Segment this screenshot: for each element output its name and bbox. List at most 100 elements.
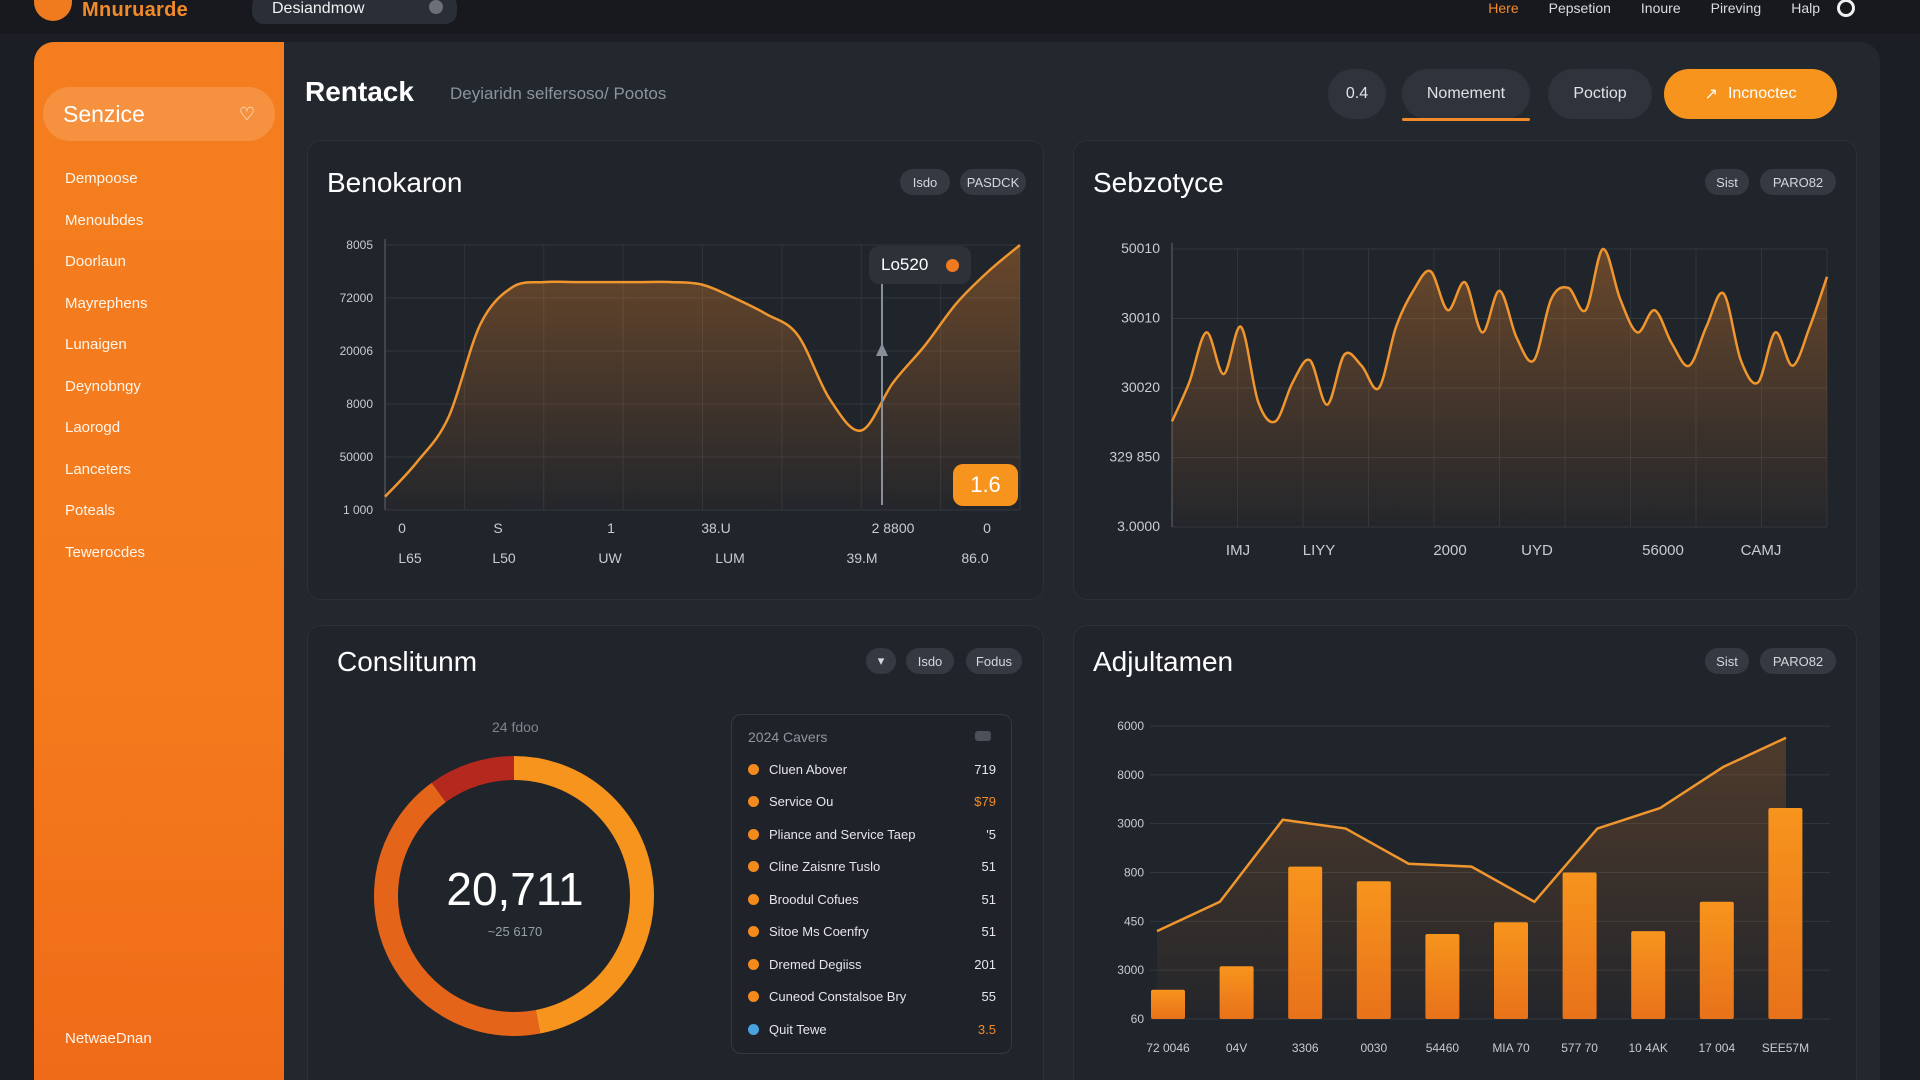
sidebar: Senzice ♡ Dempoose Menoubdes Doorlaun Ma… — [34, 42, 284, 1080]
legend-dot-icon — [748, 926, 759, 937]
legend-row[interactable]: Cluen Abover 719 — [748, 759, 996, 779]
tab-poctiop[interactable]: Poctiop — [1548, 69, 1652, 119]
sidebar-item[interactable]: Deynobngy — [65, 378, 148, 420]
card-chip[interactable]: Isdo — [900, 169, 950, 195]
chevron-down-icon: ♡ — [238, 104, 255, 124]
x-tick-label: 54460 — [1426, 1041, 1460, 1055]
x-tick-label: LUM — [715, 550, 745, 566]
y-tick-label: 3.0000 — [1117, 518, 1160, 534]
legend-value: '5 — [986, 826, 996, 842]
top-search-field[interactable]: Desiandmow — [252, 0, 457, 24]
legend-row[interactable]: Dremed Degiiss 201 — [748, 954, 996, 974]
brand[interactable]: Mnuruarde — [34, 0, 188, 21]
x-tick-label: 577 70 — [1561, 1041, 1598, 1055]
card-chip[interactable]: Fodus — [966, 648, 1022, 674]
top-bar: Mnuruarde Desiandmow Here Pepsetion Inou… — [0, 0, 1920, 34]
bar — [1768, 808, 1803, 1019]
expand-icon[interactable] — [975, 731, 991, 741]
y-tick-label: 30020 — [1121, 379, 1160, 395]
y-tick-label: 8005 — [346, 238, 373, 252]
x-tick-label: IMJ — [1226, 542, 1250, 559]
tooltip-label: Lo520 — [881, 255, 929, 274]
donut-subtext: ~25 6170 — [487, 924, 543, 939]
filter-icon[interactable]: ▾ — [866, 648, 896, 674]
service-select[interactable]: Senzice ♡ — [43, 87, 275, 141]
brand-logo-icon — [34, 0, 72, 21]
y-tick-label: 329 850 — [1109, 449, 1160, 465]
legend-label: Sitoe Ms Coenfry — [769, 924, 869, 939]
sidebar-item[interactable]: Lunaigen — [65, 336, 148, 378]
x-tick-label: 0030 — [1360, 1041, 1387, 1055]
user-avatar-icon[interactable] — [1837, 0, 1855, 17]
legend-dot-icon — [748, 1023, 759, 1035]
sidebar-item[interactable]: Menoubdes — [65, 212, 148, 254]
top-nav: Here Pepsetion Inoure Pireving Halp — [1488, 0, 1820, 16]
legend-row[interactable]: Cuneod Constalsoe Bry 55 — [748, 987, 996, 1007]
x-tick-label: L65 — [398, 550, 422, 566]
nav-item-2[interactable]: Pepsetion — [1549, 0, 1611, 16]
nav-item-3[interactable]: Inoure — [1641, 0, 1681, 16]
sidebar-item[interactable]: Laorogd — [65, 419, 148, 461]
card-chip[interactable]: Isdo — [906, 648, 954, 674]
y-tick-label: 50000 — [340, 450, 374, 464]
sidebar-item[interactable]: Mayrephens — [65, 295, 148, 337]
service-select-label: Senzice — [63, 101, 145, 127]
sidebar-item[interactable]: Dempoose — [65, 170, 148, 212]
x-tick-label: 39.M — [846, 550, 877, 566]
y-tick-label: 3000 — [1117, 963, 1144, 977]
legend-row[interactable]: Pliance and Service Taep '5 — [748, 824, 996, 844]
x-tick-label: SEE57M — [1762, 1041, 1809, 1055]
card-chip[interactable]: PARO82 — [1760, 169, 1836, 195]
sidebar-menu: Dempoose Menoubdes Doorlaun Mayrephens L… — [65, 170, 148, 585]
legend-row[interactable]: Broodul Cofues 51 — [748, 889, 996, 909]
card-title: Sebzotyce — [1093, 167, 1224, 198]
y-tick-label: 8000 — [346, 397, 373, 411]
legend-row[interactable]: Sitoe Ms Coenfry 51 — [748, 922, 996, 942]
sidebar-item[interactable]: Doorlaun — [65, 253, 148, 295]
x-tick-label: LIYY — [1303, 542, 1336, 559]
bar — [1425, 934, 1460, 1019]
x-tick-label: 72 0046 — [1146, 1041, 1190, 1055]
tooltip-marker-icon — [946, 259, 959, 272]
x-tick-label: UW — [598, 550, 622, 566]
x-tick-label: 2000 — [1433, 542, 1466, 559]
x-tick-label: 1 — [607, 520, 615, 536]
x-tick-label: 0 — [398, 520, 406, 536]
tab-nomement[interactable]: Nomement — [1402, 69, 1530, 121]
page-title: Rentack — [305, 76, 414, 107]
y-tick-label: 800 — [1124, 866, 1144, 880]
x-tick-label: L50 — [492, 550, 516, 566]
card-chip[interactable]: PASDCK — [960, 169, 1026, 195]
y-tick-label: 1 000 — [343, 503, 373, 517]
x-tick-label: 04V — [1226, 1041, 1247, 1055]
sidebar-item[interactable]: Tewerocdes — [65, 544, 148, 586]
legend-row[interactable]: Quit Tewe 3.5 — [748, 1019, 996, 1039]
x-tick-label: CAMJ — [1741, 542, 1782, 559]
legend-value: 51 — [981, 891, 996, 907]
nav-item-4[interactable]: Pireving — [1711, 0, 1762, 16]
nav-item-help[interactable]: Halp — [1791, 0, 1820, 16]
card-chip[interactable]: PARO82 — [1760, 648, 1836, 674]
bar — [1562, 872, 1597, 1019]
sidebar-footer-link[interactable]: NetwaeDnan — [65, 1030, 152, 1047]
primary-action-button[interactable]: ↗ Incnoctec — [1664, 69, 1837, 119]
chart-tooltip: Lo520 — [869, 246, 971, 284]
legend-dot-icon — [748, 796, 759, 807]
x-tick-label: S — [493, 520, 502, 536]
pill-filter-value[interactable]: 0.4 — [1328, 69, 1386, 119]
y-tick-label: 6000 — [1117, 719, 1144, 733]
adjultamen-chart: 6000 8000 3000 800 450 3000 60 72 0046 04V 3306 00… — [1117, 719, 1830, 1055]
nav-item-home[interactable]: Here — [1488, 0, 1518, 16]
card-chip[interactable]: Sist — [1705, 169, 1749, 195]
legend-row[interactable]: Service Ou $79 — [748, 792, 996, 812]
legend-row[interactable]: Cline Zaisnre Tuslo 51 — [748, 857, 996, 877]
legend-title: 2024 Cavers — [748, 729, 828, 745]
breadcrumb[interactable]: Deyiaridn selfersoso/ Pootos — [450, 84, 666, 104]
sidebar-item[interactable]: Lanceters — [65, 461, 148, 503]
legend-label: Broodul Cofues — [769, 891, 859, 907]
x-tick-label: 17 004 — [1698, 1041, 1735, 1055]
legend-dot-icon — [748, 958, 759, 970]
card-chip[interactable]: Sist — [1705, 648, 1749, 674]
search-toggle-icon[interactable] — [429, 0, 443, 14]
sidebar-item[interactable]: Poteals — [65, 502, 148, 544]
